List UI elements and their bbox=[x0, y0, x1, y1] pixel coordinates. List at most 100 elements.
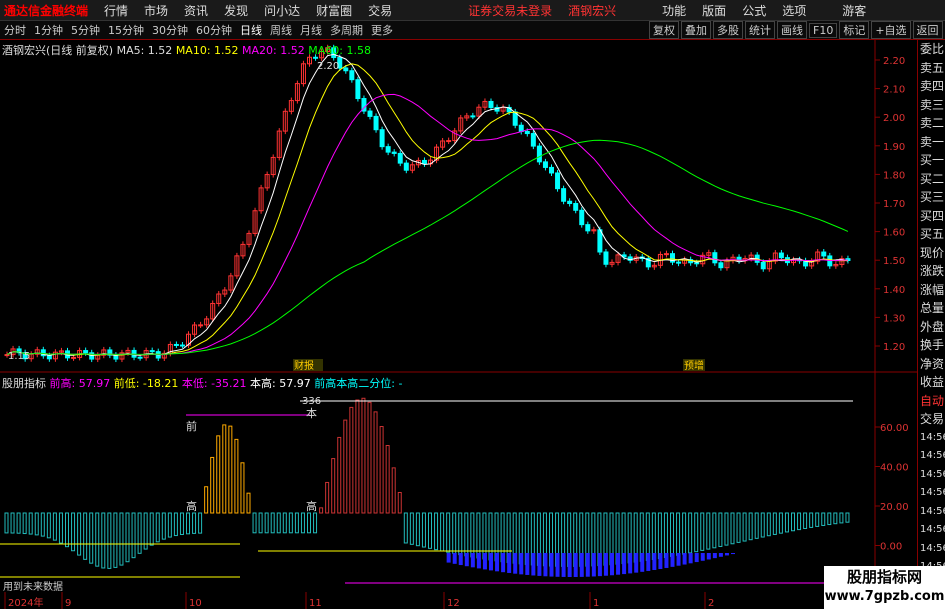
indicator-tick-label: 0.00 bbox=[880, 542, 902, 553]
period-tab[interactable]: 60分钟 bbox=[192, 22, 236, 38]
user-button[interactable]: 游客 bbox=[834, 2, 874, 19]
quote-field[interactable]: 换手 bbox=[918, 336, 945, 355]
menu-item[interactable]: 功能 bbox=[654, 2, 694, 19]
tool-button[interactable]: 画线 bbox=[777, 21, 807, 39]
period-tab[interactable]: 分时 bbox=[0, 22, 30, 38]
indicator-blue-bar bbox=[700, 553, 705, 561]
candle-body bbox=[821, 251, 827, 257]
indicator-bar bbox=[77, 512, 82, 556]
more-tab[interactable]: 更多 bbox=[367, 22, 397, 38]
quote-field[interactable]: 卖三 bbox=[918, 96, 945, 115]
quote-field[interactable]: 14:56 bbox=[918, 484, 945, 503]
login-notice[interactable]: 证券交易未登录 bbox=[460, 2, 560, 19]
tool-button[interactable]: F10 bbox=[809, 22, 838, 38]
indicator-blue-bar bbox=[476, 553, 481, 569]
quote-field[interactable]: 外盘 bbox=[918, 318, 945, 337]
menu-item[interactable]: 市场 bbox=[136, 2, 176, 19]
period-tab[interactable]: 15分钟 bbox=[104, 22, 148, 38]
indicator-blue-bar bbox=[482, 553, 487, 570]
tool-button[interactable]: 多股 bbox=[713, 21, 743, 39]
indicator-blue-bar bbox=[585, 553, 590, 577]
quote-field[interactable]: 总量 bbox=[918, 299, 945, 318]
indicator-bar bbox=[161, 512, 166, 540]
candle-body bbox=[343, 67, 349, 72]
ma-line bbox=[6, 53, 849, 357]
tool-button[interactable]: 标记 bbox=[839, 21, 870, 39]
quote-field[interactable]: 14:56 bbox=[918, 429, 945, 448]
quote-field[interactable]: 买五 bbox=[918, 225, 945, 244]
indicator-bar bbox=[488, 512, 493, 561]
tool-button[interactable]: 复权 bbox=[649, 21, 679, 39]
quote-field[interactable]: 14:56 bbox=[918, 447, 945, 466]
indicator-bar bbox=[700, 512, 705, 551]
quote-field[interactable]: 14:56 bbox=[918, 466, 945, 485]
menu-item[interactable]: 版面 bbox=[694, 2, 734, 19]
quote-field[interactable]: 卖四 bbox=[918, 77, 945, 96]
mark-ben: 本 bbox=[306, 406, 317, 420]
price-tick-label: 1.70 bbox=[883, 199, 905, 210]
period-tab[interactable]: 多周期 bbox=[326, 22, 367, 38]
candle-body bbox=[561, 188, 567, 202]
indicator-blue-bar bbox=[464, 553, 469, 567]
ma5-value: MA5: 1.52 bbox=[116, 44, 173, 57]
quote-field[interactable]: 卖一 bbox=[918, 133, 945, 152]
indicator-bar bbox=[155, 512, 160, 543]
quote-field[interactable]: 买三 bbox=[918, 188, 945, 207]
quote-field[interactable]: 卖二 bbox=[918, 114, 945, 133]
quote-field[interactable]: 委比 bbox=[918, 40, 945, 59]
period-tab[interactable]: 月线 bbox=[296, 22, 326, 38]
candle-body bbox=[676, 261, 682, 264]
period-tab[interactable]: 5分钟 bbox=[67, 22, 104, 38]
tool-button[interactable]: 叠加 bbox=[681, 21, 711, 39]
tool-button[interactable]: +自选 bbox=[871, 21, 911, 39]
price-tick-label: 2.10 bbox=[883, 85, 905, 96]
indicator-bar bbox=[349, 406, 354, 514]
candle-body bbox=[470, 115, 476, 118]
menu-item[interactable]: 发现 bbox=[216, 2, 256, 19]
quote-field[interactable]: 自动 bbox=[918, 392, 945, 411]
period-tab-selected[interactable]: 日线 bbox=[236, 22, 266, 38]
quote-field[interactable]: 净资 bbox=[918, 355, 945, 374]
menu-item[interactable]: 选项 bbox=[774, 2, 814, 19]
indicator-bar bbox=[772, 512, 777, 535]
quote-field[interactable]: 14:56 bbox=[918, 503, 945, 522]
menu-item[interactable]: 行情 bbox=[96, 2, 136, 19]
quote-field[interactable]: 14:56 bbox=[918, 540, 945, 559]
menu-item[interactable]: 财富圈 bbox=[308, 2, 360, 19]
indicator-bar bbox=[663, 512, 668, 559]
quote-field[interactable]: 涨幅 bbox=[918, 281, 945, 300]
quote-field[interactable]: 买四 bbox=[918, 207, 945, 226]
quote-field[interactable]: 收益 bbox=[918, 373, 945, 392]
period-tab[interactable]: 30分钟 bbox=[148, 22, 192, 38]
quote-field[interactable]: 买一 bbox=[918, 151, 945, 170]
right-quote-panel[interactable]: 委比 卖五 卖四 卖三 卖二 卖一 买一 买二 买三 买四 买五 现价 涨跌 涨幅 总量 外盘 换手 净资 收益 自动… bbox=[917, 40, 945, 609]
menu-item[interactable]: 资讯 bbox=[176, 2, 216, 19]
quote-field[interactable]: 现价 bbox=[918, 244, 945, 263]
menu-item[interactable]: 公式 bbox=[734, 2, 774, 19]
indicator-panel bbox=[0, 397, 853, 584]
quote-field[interactable]: 卖五 bbox=[918, 59, 945, 78]
tool-button[interactable]: 返回 bbox=[912, 21, 943, 39]
indicator-bar bbox=[210, 456, 215, 514]
indicator-name[interactable]: 股朋指标 bbox=[2, 377, 46, 390]
stock-name: 酒钢宏兴 bbox=[568, 3, 617, 18]
indicator-bar bbox=[204, 486, 209, 514]
candle-body bbox=[760, 261, 766, 270]
ma-line bbox=[6, 93, 848, 356]
indicator-bar bbox=[276, 512, 281, 534]
quote-field[interactable]: 买二 bbox=[918, 170, 945, 189]
indicator-blue-bar bbox=[622, 553, 627, 575]
indicator-bar bbox=[258, 512, 263, 534]
quote-field[interactable]: 交易 bbox=[918, 410, 945, 429]
menu-item[interactable]: 交易 bbox=[360, 2, 400, 19]
indicator-value: 本低: -35.21 bbox=[181, 377, 247, 390]
indicator-bar bbox=[712, 512, 717, 549]
indicator-bar bbox=[791, 512, 795, 532]
period-tab[interactable]: 周线 bbox=[266, 22, 296, 38]
tool-button[interactable]: 统计 bbox=[745, 21, 775, 39]
quote-field[interactable]: 14:56 bbox=[918, 521, 945, 540]
chart-area[interactable]: 2.20 2.10 2.00 1.90 1.80 1.70 1.60 1.50 1.40 1.30… bbox=[0, 40, 917, 609]
menu-item[interactable]: 问小达 bbox=[256, 2, 308, 19]
quote-field[interactable]: 涨跌 bbox=[918, 262, 945, 281]
period-tab[interactable]: 1分钟 bbox=[30, 22, 67, 38]
